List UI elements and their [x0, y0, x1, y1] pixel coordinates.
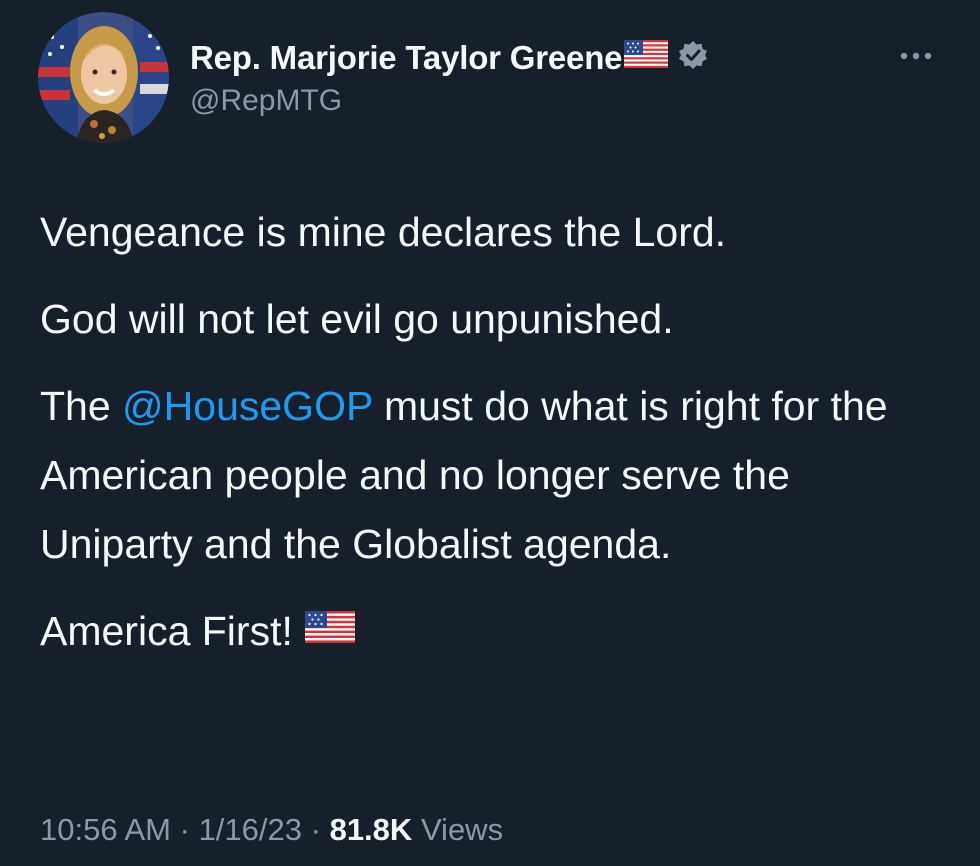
tweet-paragraph: Vengeance is mine declares the Lord. [40, 209, 727, 255]
tweet-time[interactable]: 10:56 AM [40, 812, 171, 847]
avatar-image [38, 12, 169, 143]
flag-usa-icon [624, 39, 669, 73]
meta-separator: · [179, 812, 190, 847]
tweet-paragraph: God will not let evil go unpunished. [40, 296, 674, 342]
more-options-icon[interactable] [895, 38, 939, 74]
author-name-row: Rep. Marjorie Taylor Greene [190, 38, 708, 78]
views-label[interactable]: Views [421, 812, 503, 847]
tweet-paragraph: America First! [40, 597, 950, 666]
verified-badge-icon[interactable] [678, 40, 708, 75]
views-count[interactable]: 81.8K [330, 812, 413, 847]
tweet-text-fragment: The [40, 383, 123, 429]
tweet-date[interactable]: 1/16/23 [199, 812, 302, 847]
tweet-text-fragment: America First! [40, 608, 293, 654]
tweet-meta: 10:56 AM · 1/16/23 · 81.8K Views [40, 812, 503, 848]
flag-usa-icon [304, 595, 355, 664]
mention-link[interactable]: @HouseGOP [122, 383, 373, 429]
author-handle[interactable]: @RepMTG [190, 84, 342, 118]
tweet-paragraph: The @HouseGOP must do what is right for … [40, 372, 950, 579]
tweet: Rep. Marjorie Taylor Greene @RepMTG Veng… [0, 0, 980, 866]
avatar[interactable] [38, 12, 169, 143]
author-display-name[interactable]: Rep. Marjorie Taylor Greene [190, 39, 623, 77]
meta-separator: · [310, 812, 321, 847]
tweet-text: Vengeance is mine declares the Lord. God… [40, 198, 950, 684]
